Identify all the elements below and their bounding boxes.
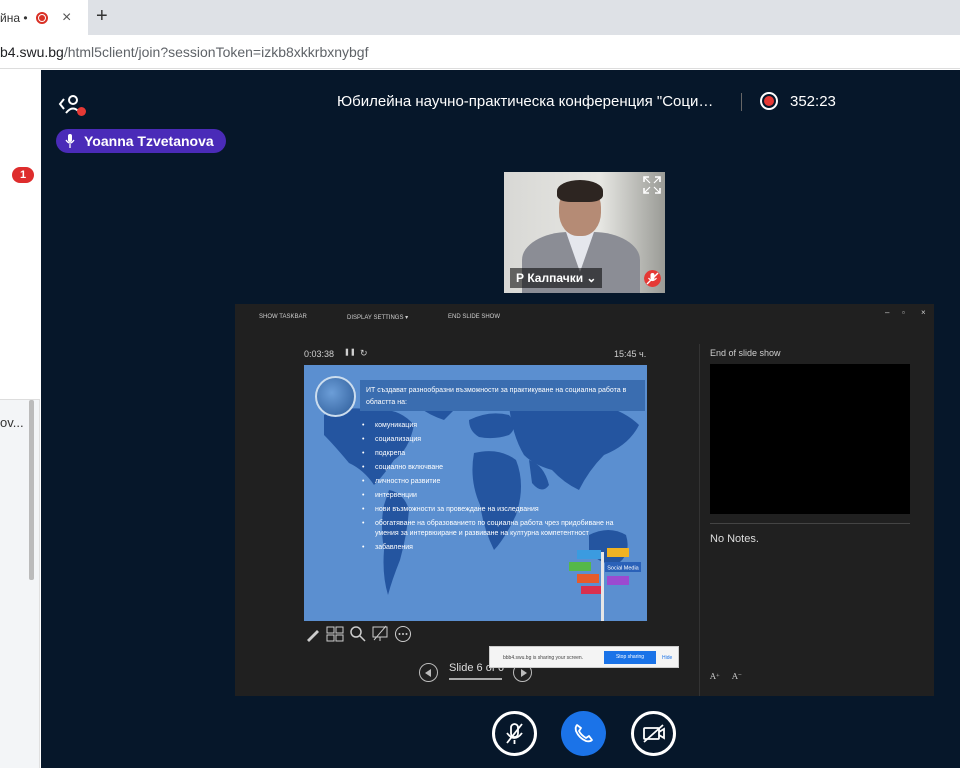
slide-bullet: обогатяване на образованието по социална… (362, 519, 637, 539)
muted-microphone-icon (506, 723, 523, 744)
clock: 15:45 ч. (614, 349, 647, 359)
pause-icon[interactable]: ❚❚ (344, 348, 356, 356)
next-slide-label: End of slide show (710, 348, 781, 358)
scrollbar[interactable] (29, 400, 34, 580)
black-screen-icon[interactable] (371, 625, 389, 643)
restart-icon[interactable]: ↻ (360, 348, 368, 359)
social-media-signpost-image: Social Media (569, 548, 641, 621)
url-host: b4.swu.bg (0, 44, 64, 60)
leave-audio-button[interactable] (561, 711, 606, 756)
next-slide-preview (710, 364, 910, 514)
sharing-notice-text: bbb4.swu.bg is sharing your screen. (503, 655, 584, 661)
presenter-divider (699, 344, 700, 696)
slide-bullet: интервенции (362, 491, 637, 501)
url-text[interactable]: b4.swu.bg/html5client/join?sessionToken=… (0, 44, 369, 60)
slide-bullet: нови възможности за провеждане на изслед… (362, 505, 637, 515)
unread-badge: 1 (12, 167, 34, 183)
header-divider (741, 93, 742, 111)
zoom-icon[interactable] (349, 625, 367, 643)
tab-title: йна • (0, 10, 28, 25)
pp-minimize-icon[interactable]: – (885, 308, 889, 317)
slide-bullet: личностно развитие (362, 477, 637, 487)
muted-mic-icon (644, 270, 661, 287)
webcam-off-icon (643, 724, 665, 743)
sidebar-truncated-item[interactable]: ov... (0, 415, 24, 430)
end-slideshow-button[interactable]: END SLIDE SHOW (448, 314, 500, 320)
slide-bullet: комуникация (362, 421, 637, 431)
display-settings-button[interactable]: DISPLAY SETTINGS ▾ (347, 314, 408, 321)
screenshare-video: SHOW TASKBAR DISPLAY SETTINGS ▾ END SLID… (235, 304, 934, 696)
slide-bullet: социализация (362, 435, 637, 445)
recording-timer: 352:23 (790, 93, 836, 110)
elapsed-time: 0:03:38 (304, 349, 335, 359)
url-path: /html5client/join?sessionToken=izkb8xkkr… (63, 44, 369, 60)
browser-tab[interactable]: йна • × (0, 0, 88, 35)
presenter-tools (304, 625, 412, 645)
mute-microphone-button[interactable] (492, 711, 537, 756)
slide-bullet-list: комуникация социализация подкрепа социал… (362, 421, 637, 557)
decrease-font-icon[interactable]: A⁻ (732, 672, 742, 681)
tab-close-icon[interactable]: × (62, 9, 71, 27)
webcam-participant-name[interactable]: Р Калпачки ⌄ (510, 268, 603, 288)
talker-name: Yoanna Tzvetanova (84, 133, 214, 149)
webcam-person-hair (557, 180, 603, 202)
presenter-toolbar: SHOW TASKBAR DISPLAY SETTINGS ▾ END SLID… (235, 304, 934, 332)
notification-dot (77, 107, 86, 116)
address-bar[interactable]: b4.swu.bg/html5client/join?sessionToken=… (0, 35, 960, 69)
user-list-top (0, 70, 40, 400)
pen-icon[interactable] (304, 625, 322, 643)
pp-restore-icon[interactable]: ▫ (902, 308, 905, 317)
hide-notice-button[interactable]: Hide (662, 655, 672, 661)
speaker-notes: No Notes. (710, 533, 759, 545)
new-tab-button[interactable]: + (96, 5, 108, 28)
slide-counter-underline (449, 678, 502, 680)
more-options-icon[interactable] (394, 625, 412, 643)
previous-slide-button[interactable] (419, 663, 438, 682)
phone-icon (574, 724, 593, 743)
share-webcam-button[interactable] (631, 711, 676, 756)
screen-sharing-notice: bbb4.swu.bg is sharing your screen. Stop… (489, 646, 679, 668)
fullscreen-icon[interactable] (643, 176, 661, 194)
notes-divider (710, 523, 910, 524)
show-taskbar-button[interactable]: SHOW TASKBAR (259, 314, 307, 320)
slide-bullet: социално включване (362, 463, 637, 473)
record-button[interactable] (760, 92, 778, 110)
recording-tab-icon (36, 11, 48, 24)
globe-image (315, 376, 356, 417)
slide-bullet: подкрепа (362, 449, 637, 459)
talking-indicator[interactable]: Yoanna Tzvetanova (56, 129, 226, 153)
meeting-title: Юбилейна научно-практическа конференция … (337, 93, 714, 110)
stop-sharing-button[interactable]: Stop sharing (604, 651, 656, 664)
all-slides-icon[interactable] (326, 625, 344, 643)
increase-font-icon[interactable]: A⁺ (710, 672, 720, 681)
signpost-label: Social Media (607, 566, 639, 572)
microphone-icon (65, 134, 75, 148)
browser-tab-bar: йна • × + (0, 0, 960, 35)
pp-close-icon[interactable]: × (921, 308, 926, 317)
slide-heading: ИТ създават разнообразни възможности за … (360, 380, 645, 411)
current-slide: ИТ създават разнообразни възможности за … (304, 365, 647, 621)
